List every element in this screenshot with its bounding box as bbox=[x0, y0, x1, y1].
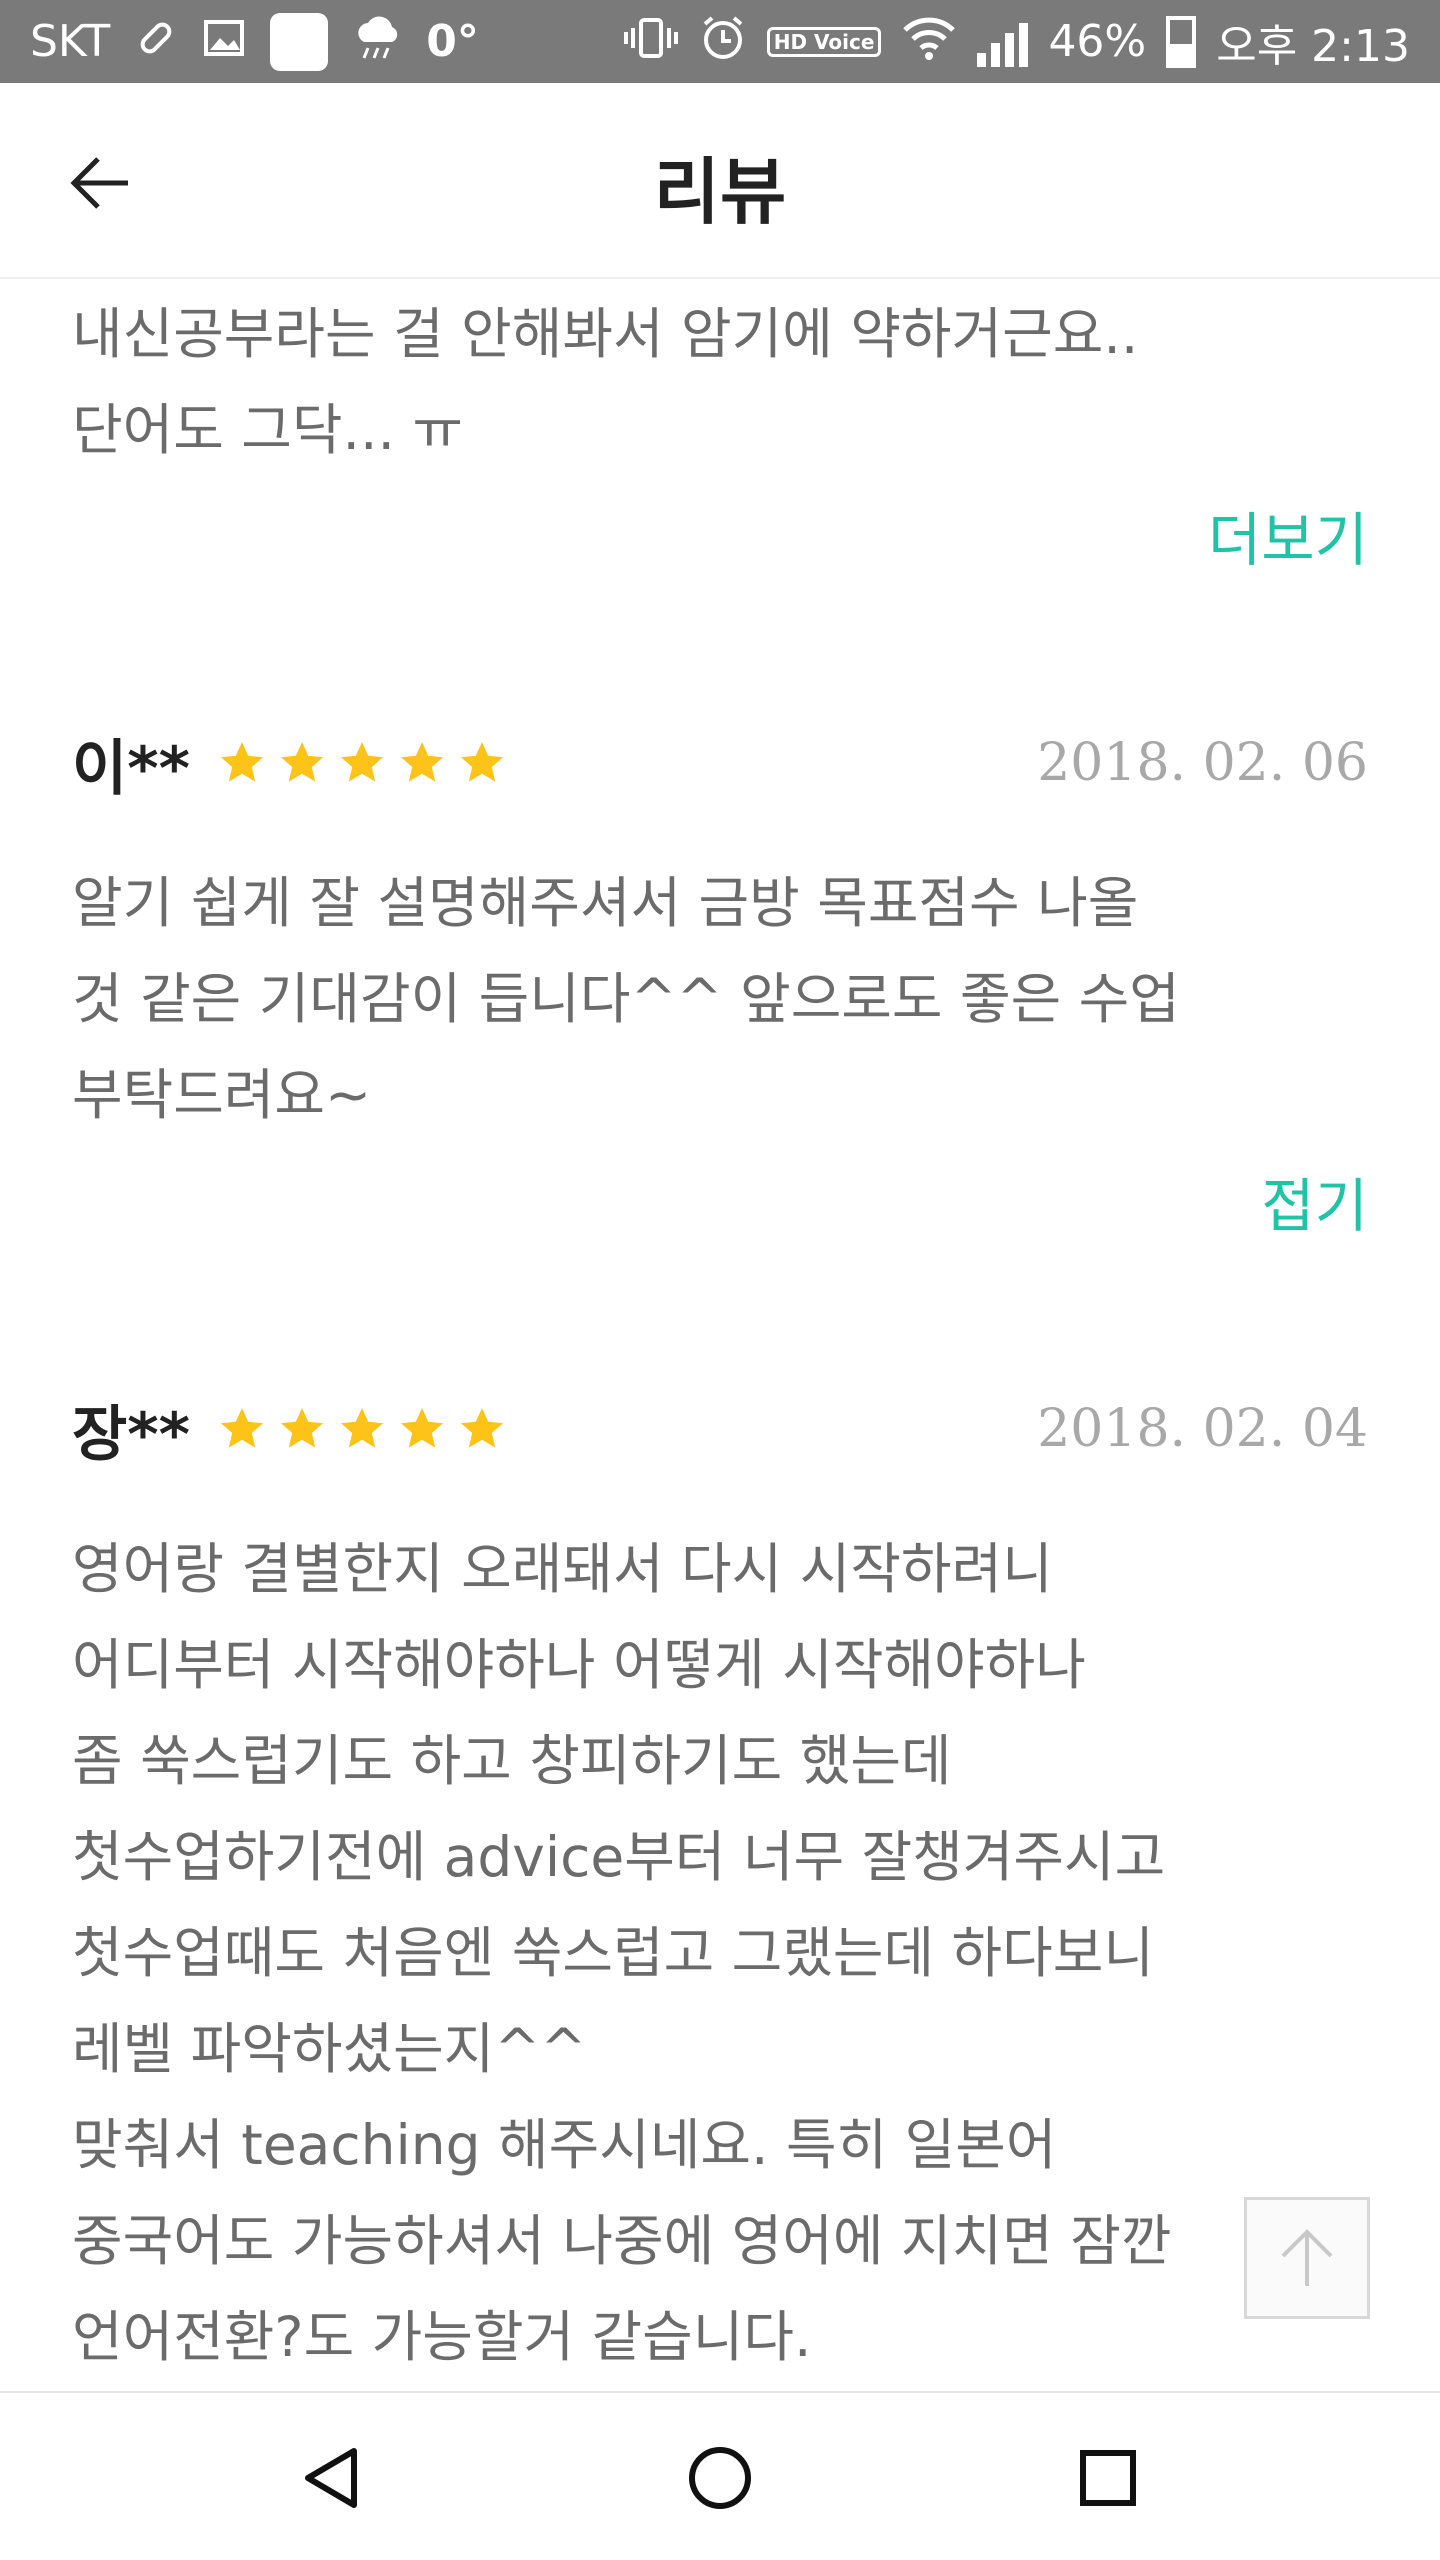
review-header: 장** 2018. 02. 04 bbox=[72, 1389, 1368, 1470]
back-triangle-icon bbox=[305, 2448, 357, 2508]
review-text: 내신공부라는 걸 안해봐서 암기에 약하거근요.. 단어도 그닥... ㅠ bbox=[72, 302, 1139, 462]
star-icon bbox=[340, 742, 383, 782]
navigation-bar bbox=[0, 2391, 1440, 2560]
carrier-label: SKT bbox=[30, 16, 111, 67]
vibrate-icon bbox=[623, 16, 679, 67]
review-list[interactable]: 내신공부라는 걸 안해봐서 암기에 약하거근요.. 단어도 그닥... ㅠ 더보… bbox=[0, 281, 1440, 2391]
star-icon bbox=[220, 1408, 263, 1448]
recents-square-icon bbox=[1080, 2450, 1136, 2506]
nav-recents-button[interactable] bbox=[1063, 2433, 1153, 2523]
star-icon bbox=[340, 1408, 383, 1448]
star-icon bbox=[280, 1408, 323, 1448]
star-icon bbox=[400, 1408, 443, 1448]
nav-back-button[interactable] bbox=[286, 2433, 376, 2523]
more-button[interactable]: 더보기 bbox=[1208, 493, 1368, 577]
clock-label: 오후 2:13 bbox=[1216, 20, 1410, 72]
nav-home-button[interactable] bbox=[675, 2433, 765, 2523]
app-bar: 리뷰 bbox=[0, 83, 1440, 279]
page-title: 리뷰 bbox=[653, 150, 787, 234]
wifi-icon bbox=[901, 16, 957, 67]
collapse-button[interactable]: 접기 bbox=[1261, 1159, 1368, 1243]
rain-cloud-icon bbox=[352, 16, 402, 67]
review-date: 2018. 02. 06 bbox=[1037, 733, 1368, 793]
signal-icon bbox=[977, 17, 1029, 67]
reviewer-name: 이** bbox=[72, 733, 190, 804]
star-rating bbox=[218, 1405, 506, 1453]
status-bar: SKT 0° HD Voice 46% 오후 2:13 bbox=[0, 0, 1440, 83]
star-icon bbox=[400, 742, 443, 782]
star-icon bbox=[460, 742, 503, 782]
hd-voice-icon: HD Voice bbox=[766, 26, 882, 57]
battery-icon bbox=[1166, 15, 1197, 68]
image-icon bbox=[202, 16, 246, 67]
scroll-top-button[interactable] bbox=[1244, 2197, 1370, 2319]
star-icon bbox=[460, 1408, 503, 1448]
arrow-up-icon bbox=[1281, 2229, 1333, 2286]
bandage-icon bbox=[134, 16, 178, 67]
reviewer-name: 장** bbox=[72, 1399, 190, 1470]
temperature-label: 0° bbox=[426, 16, 479, 67]
star-icon bbox=[280, 742, 323, 782]
review-text: 알기 쉽게 잘 설명해주셔서 금방 목표점수 나올 것 같은 기대감이 듭니다^… bbox=[72, 871, 1180, 1127]
review-text: 영어랑 결별한지 오래돼서 다시 시작하려니 어디부터 시작해야하나 어떻게 시… bbox=[72, 1537, 1172, 2369]
square-notification-icon bbox=[270, 12, 329, 71]
battery-percent-label: 46% bbox=[1048, 16, 1147, 67]
star-icon bbox=[220, 742, 263, 782]
home-circle-icon bbox=[689, 2447, 751, 2509]
review-date: 2018. 02. 04 bbox=[1037, 1399, 1368, 1459]
star-rating bbox=[218, 739, 506, 787]
alarm-icon bbox=[699, 14, 747, 69]
review-header: 이** 2018. 02. 06 bbox=[72, 723, 1368, 804]
